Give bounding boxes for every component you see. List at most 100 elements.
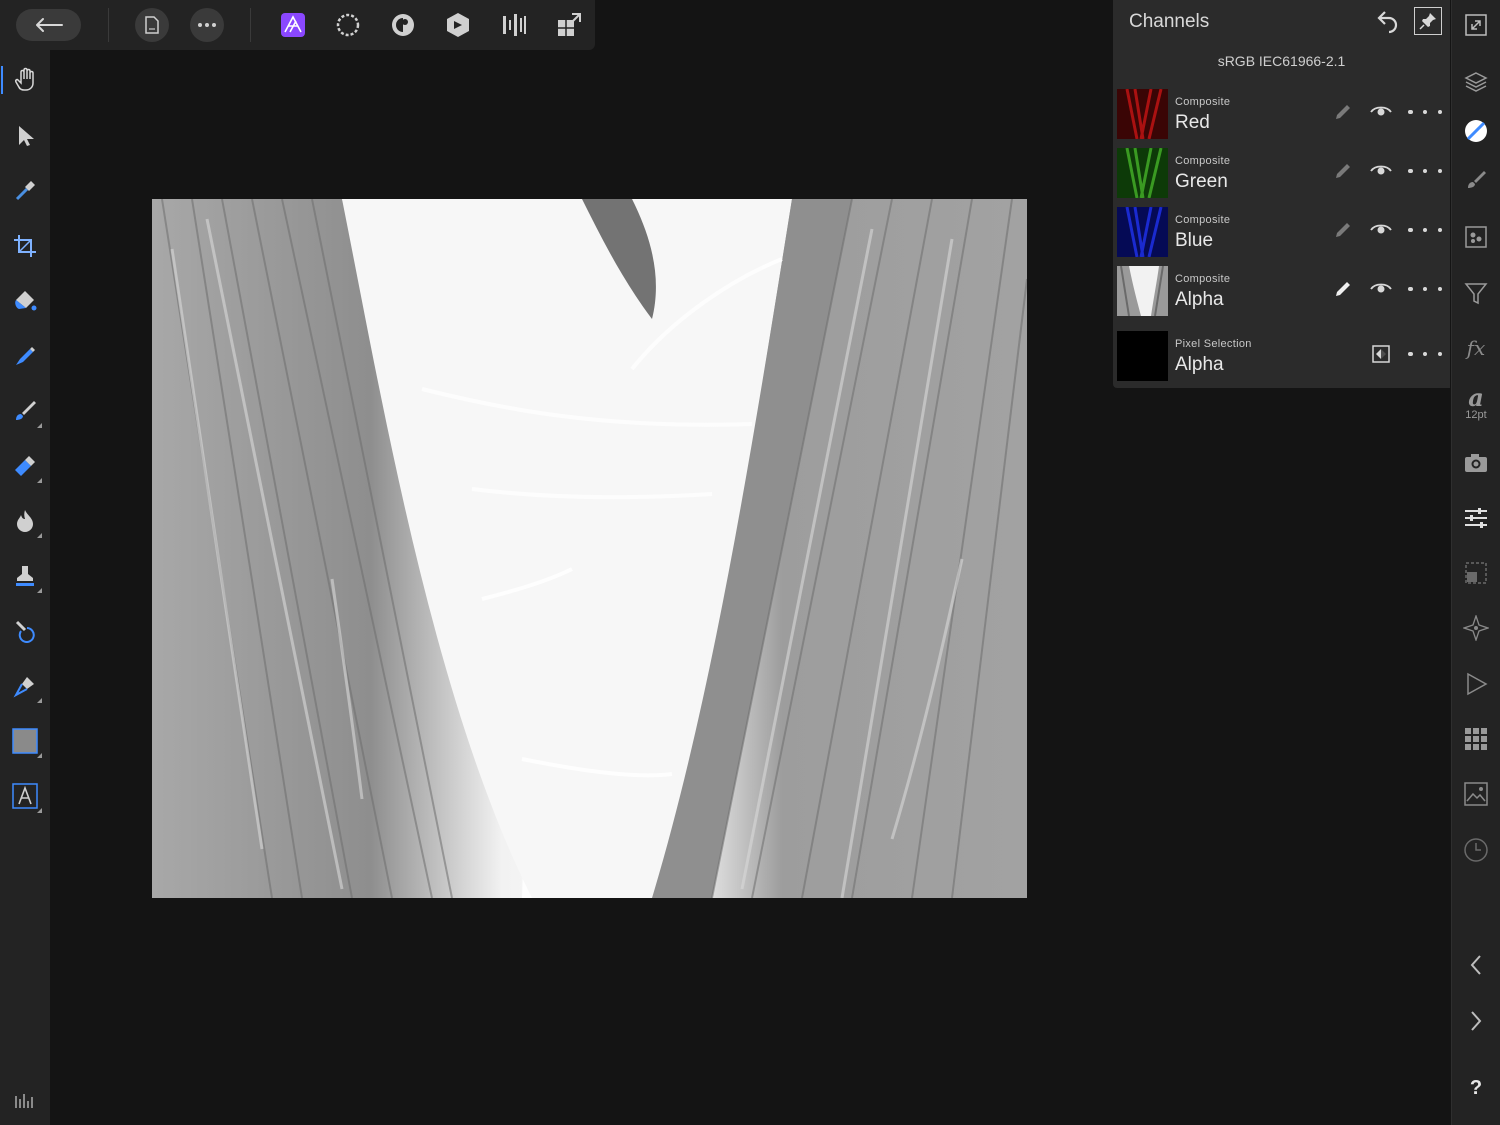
view-tool[interactable]	[1, 60, 45, 100]
eye-icon	[1370, 283, 1392, 293]
layers-studio[interactable]	[1456, 62, 1496, 102]
visibility-toggle[interactable]	[1369, 159, 1393, 183]
clone-tool[interactable]	[5, 556, 45, 596]
visibility-toggle[interactable]	[1369, 277, 1393, 301]
effects-studio[interactable]: fx	[1456, 328, 1496, 368]
channel-thumbnail	[1117, 266, 1168, 316]
macro-studio[interactable]	[1456, 664, 1496, 704]
shape-tool[interactable]	[5, 721, 45, 761]
more-button[interactable]	[190, 8, 224, 42]
navigator-toggle[interactable]	[1456, 5, 1496, 45]
help-button[interactable]: ?	[1456, 1068, 1496, 1108]
channel-row-alpha[interactable]: Composite Alpha	[1113, 265, 1450, 321]
channel-name: Red	[1175, 112, 1210, 133]
channel-row-pixel-selection[interactable]: Pixel Selection Alpha	[1113, 330, 1450, 386]
selection-brush-icon	[16, 347, 35, 365]
quick-menu-button[interactable]	[5, 1080, 45, 1120]
history-studio[interactable]	[1456, 830, 1496, 870]
chevron-right-icon	[1471, 1011, 1482, 1031]
invert-icon	[1372, 345, 1390, 363]
pen-tool[interactable]	[5, 666, 45, 706]
top-toolbar	[0, 0, 595, 50]
undo-brush-tool[interactable]	[5, 611, 45, 651]
collapse-right-button[interactable]	[1456, 1001, 1496, 1041]
collapse-left-button[interactable]	[1456, 945, 1496, 985]
color-studio[interactable]	[1456, 217, 1496, 257]
channel-more-button[interactable]	[1408, 159, 1442, 183]
channel-thumbnail	[1117, 207, 1168, 257]
transform-studio[interactable]	[1456, 553, 1496, 593]
channel-row-red[interactable]: Composite Red	[1113, 88, 1450, 144]
hand-icon	[15, 67, 34, 91]
flood-fill-tool[interactable]	[5, 281, 45, 321]
share-persona-button[interactable]	[549, 7, 589, 43]
photo-persona-button[interactable]	[273, 7, 313, 43]
subtool-indicator	[37, 533, 42, 538]
paint-brush-tool[interactable]	[5, 391, 45, 431]
channel-name: Alpha	[1175, 354, 1224, 375]
transform-icon	[1465, 562, 1487, 584]
subtool-indicator	[37, 588, 42, 593]
eraser-icon	[15, 456, 35, 476]
tone-mapping-persona-button[interactable]	[438, 7, 478, 43]
edit-channel-button[interactable]	[1331, 100, 1355, 124]
panel-undo-button[interactable]	[1375, 8, 1401, 34]
export-persona-button[interactable]	[494, 7, 534, 43]
document-canvas[interactable]	[152, 199, 1027, 898]
pen-nib-icon	[13, 677, 34, 698]
crop-tool[interactable]	[5, 226, 45, 266]
pin-icon	[1419, 13, 1436, 30]
text-icon	[12, 783, 38, 809]
edit-channel-button[interactable]	[1331, 277, 1355, 301]
pencil-icon	[1336, 164, 1350, 178]
dodge-burn-tool[interactable]	[5, 501, 45, 541]
channel-type: Composite	[1175, 96, 1231, 108]
channels-panel: Channels sRGB IEC61966-2.1 Composite Red	[1113, 0, 1450, 388]
color-picker-tool[interactable]	[5, 171, 45, 211]
layers-icon	[1464, 72, 1488, 92]
panel-pin-button[interactable]	[1414, 7, 1442, 35]
text-styles-studio[interactable]: a 12pt	[1456, 384, 1496, 424]
develop-persona-button[interactable]	[383, 7, 423, 43]
toolbar-divider	[250, 8, 251, 42]
camera-icon	[1465, 454, 1487, 472]
histogram-icon	[15, 1094, 33, 1108]
crop-icon	[14, 235, 36, 257]
edit-channel-button[interactable]	[1331, 159, 1355, 183]
navigator-studio[interactable]	[1456, 608, 1496, 648]
expand-icon	[1465, 14, 1487, 36]
document-icon	[145, 16, 159, 34]
back-button[interactable]	[16, 9, 81, 41]
edit-channel-button[interactable]	[1331, 218, 1355, 242]
grid-icon	[1465, 728, 1487, 750]
liquify-persona-button[interactable]	[328, 7, 368, 43]
move-tool[interactable]	[5, 116, 45, 156]
channel-more-button[interactable]	[1408, 100, 1442, 124]
photo-persona-icon	[281, 13, 305, 37]
pencil-icon	[1336, 223, 1350, 237]
stock-studio[interactable]	[1456, 719, 1496, 759]
channel-row-green[interactable]: Composite Green	[1113, 147, 1450, 203]
channel-row-blue[interactable]: Composite Blue	[1113, 206, 1450, 262]
text-tool[interactable]	[5, 776, 45, 816]
brushes-studio[interactable]	[1456, 160, 1496, 200]
selection-brush-tool[interactable]	[5, 336, 45, 376]
adjustments-filter-studio[interactable]	[1456, 273, 1496, 313]
channel-type: Composite	[1175, 214, 1231, 226]
erase-brush-tool[interactable]	[5, 446, 45, 486]
document-button[interactable]	[135, 8, 169, 42]
eye-icon	[1370, 224, 1392, 234]
photos-studio[interactable]	[1456, 774, 1496, 814]
channel-more-button[interactable]	[1408, 277, 1442, 301]
subtool-indicator	[37, 753, 42, 758]
invert-selection-button[interactable]	[1369, 342, 1393, 366]
visibility-toggle[interactable]	[1369, 218, 1393, 242]
adjustments-studio[interactable]	[1456, 498, 1496, 538]
channels-studio[interactable]	[1456, 111, 1496, 151]
channel-more-button[interactable]	[1408, 342, 1442, 366]
channel-more-button[interactable]	[1408, 218, 1442, 242]
visibility-toggle[interactable]	[1369, 100, 1393, 124]
eye-icon	[1370, 106, 1392, 116]
snapshots-studio[interactable]	[1456, 443, 1496, 483]
fx-icon: fx	[1466, 336, 1486, 360]
